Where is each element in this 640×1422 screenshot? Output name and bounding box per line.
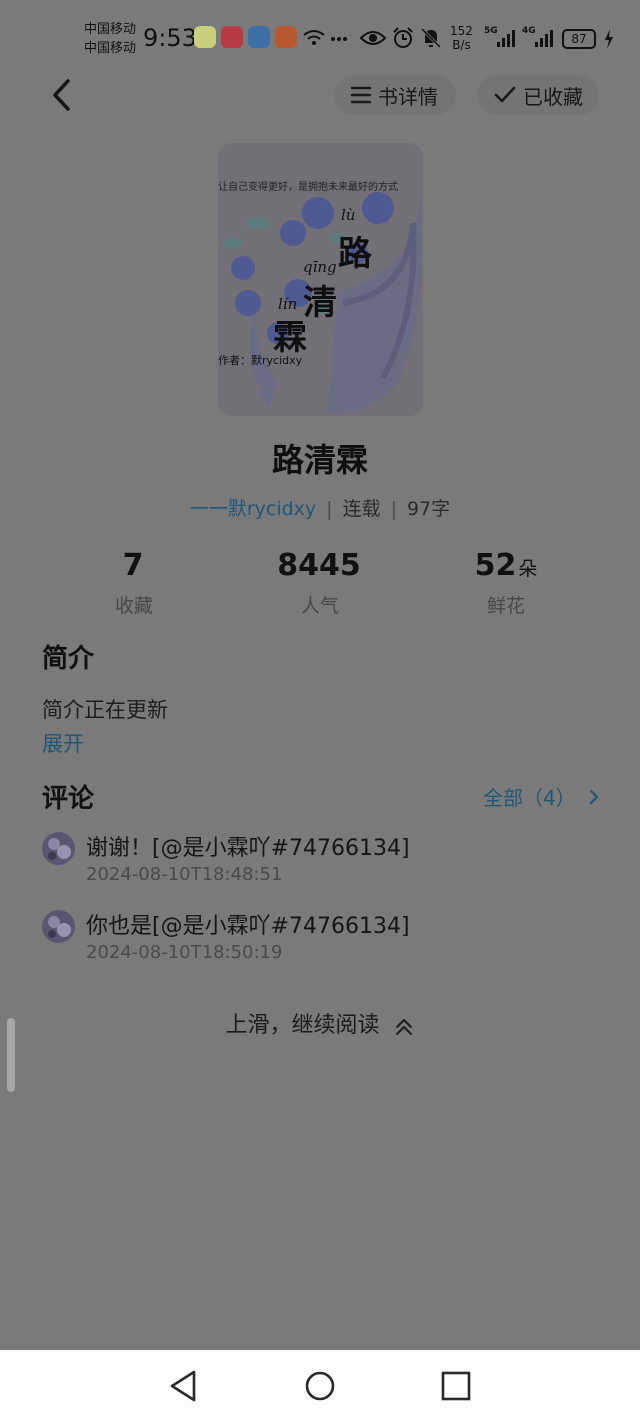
continue-reading-button[interactable]: 上滑，继续阅读 <box>0 1007 640 1039</box>
alarm-icon <box>393 27 413 48</box>
comment-time: 2024-08-10T18:48:51 <box>86 864 283 885</box>
back-button[interactable] <box>40 72 84 118</box>
meta-divider: | <box>326 498 333 520</box>
book-details-label: 书详情 <box>378 84 438 109</box>
stat-popularity: 8445 人气 <box>240 548 400 618</box>
stat-unit: 朵 <box>518 558 538 580</box>
compass-app-icon <box>248 26 270 48</box>
chevron-right-icon <box>589 789 598 804</box>
stat-number: 7 <box>122 548 144 583</box>
nav-back-icon[interactable] <box>164 1368 204 1404</box>
author-link[interactable]: 一一默rycidxy <box>190 498 316 520</box>
favorited-label: 已收藏 <box>523 84 583 109</box>
comment-text: 谢谢！[@是小霖吖#74766134] <box>86 836 410 861</box>
meta-divider: | <box>390 498 397 520</box>
intro-text: 简介正在更新 <box>42 698 168 722</box>
battery-indicator: 87 <box>562 29 596 49</box>
mute-bell-icon <box>420 27 442 49</box>
stat-label: 人气 <box>300 595 339 617</box>
carrier-1: 中国移动 <box>84 22 137 37</box>
comment-text: 你也是[@是小霖吖#74766134] <box>86 914 410 939</box>
double-chevron-up-icon <box>395 1019 412 1035</box>
status-app-icons <box>194 26 297 48</box>
carrier-2: 中国移动 <box>84 41 137 56</box>
book-meta: 一一默rycidxy | 连载 | 97字 <box>0 494 640 521</box>
avatar-image <box>42 832 75 865</box>
comment-item[interactable]: 谢谢！[@是小霖吖#74766134] 2024-08-10T18:48:51 <box>42 830 602 894</box>
cover-char-1: 路 <box>338 234 372 274</box>
comments-heading: 评论 <box>42 784 95 814</box>
intro-heading: 简介 <box>42 644 95 674</box>
network-speed-unit: B/s <box>452 38 471 52</box>
expand-button[interactable]: 展开 <box>42 728 84 758</box>
cover-char-2: 清 <box>303 283 337 323</box>
more-dots-icon <box>331 37 347 41</box>
avatar[interactable] <box>42 832 75 865</box>
orange-app-icon <box>275 26 297 48</box>
wifi-icon <box>303 30 325 45</box>
stat-value: 8445 <box>240 548 400 587</box>
favorited-button[interactable]: 已收藏 <box>477 75 599 115</box>
serial-status: 连载 <box>342 498 381 520</box>
stat-number: 8445 <box>277 548 361 583</box>
stat-value: 7 <box>54 548 214 587</box>
side-scroll-handle[interactable] <box>7 1018 15 1092</box>
book-title: 路清霖 <box>271 441 368 479</box>
nav-home-icon[interactable] <box>300 1368 340 1404</box>
word-count: 97字 <box>406 498 451 520</box>
stat-flowers: 52 朵 鲜花 <box>426 548 586 618</box>
book-details-button[interactable]: 书详情 <box>334 75 456 115</box>
stat-value: 52 朵 <box>426 548 586 587</box>
all-comments-label: 全部（4） <box>483 786 576 810</box>
system-nav-bar <box>0 1350 640 1422</box>
status-indicators: 152 B/s 5G 4G 87 <box>300 22 620 54</box>
nav-recents-icon[interactable] <box>436 1368 476 1404</box>
stat-number: 52 <box>474 548 517 583</box>
cover-tagline: 让自己变得更好，是拥抱未来最好的方式 <box>218 182 398 193</box>
stat-label: 收藏 <box>114 595 153 617</box>
stat-label: 鲜花 <box>486 595 525 617</box>
comment-item[interactable]: 你也是[@是小霖吖#74766134] 2024-08-10T18:50:19 <box>42 908 602 972</box>
comment-time: 2024-08-10T18:50:19 <box>86 942 283 963</box>
xiaohongshu-icon <box>221 26 243 48</box>
continue-reading-label: 上滑，继续阅读 <box>225 1013 380 1038</box>
cover-pinyin-1: lù <box>341 206 356 224</box>
status-time: 9:53 <box>143 24 197 52</box>
checkmark-icon <box>494 86 516 103</box>
cover-author: 作者：默rycidxy <box>218 354 303 367</box>
signal-2-icon <box>535 30 553 47</box>
all-comments-link[interactable]: 全部（4） <box>483 782 604 811</box>
eye-icon <box>360 31 386 45</box>
signal-1-icon <box>497 30 515 47</box>
cover-pinyin-2: qīng <box>303 258 337 276</box>
stat-favorites: 7 收藏 <box>54 548 214 618</box>
avatar-image <box>42 910 75 943</box>
carrier-labels: 中国移动 中国移动 <box>84 20 136 58</box>
notification-app-icon <box>194 26 216 48</box>
network-speed-value: 152 <box>450 24 473 38</box>
status-bar: 中国移动 中国移动 9:53 152 B/s 5G 4G 87 <box>0 0 640 70</box>
avatar[interactable] <box>42 910 75 943</box>
list-icon <box>350 86 372 104</box>
network-speed: 152 B/s <box>450 24 473 52</box>
book-cover[interactable]: 让自己变得更好，是拥抱未来最好的方式 lù 路 qīng 清 lín 霖 作者：… <box>218 143 423 416</box>
charging-icon <box>605 29 613 49</box>
